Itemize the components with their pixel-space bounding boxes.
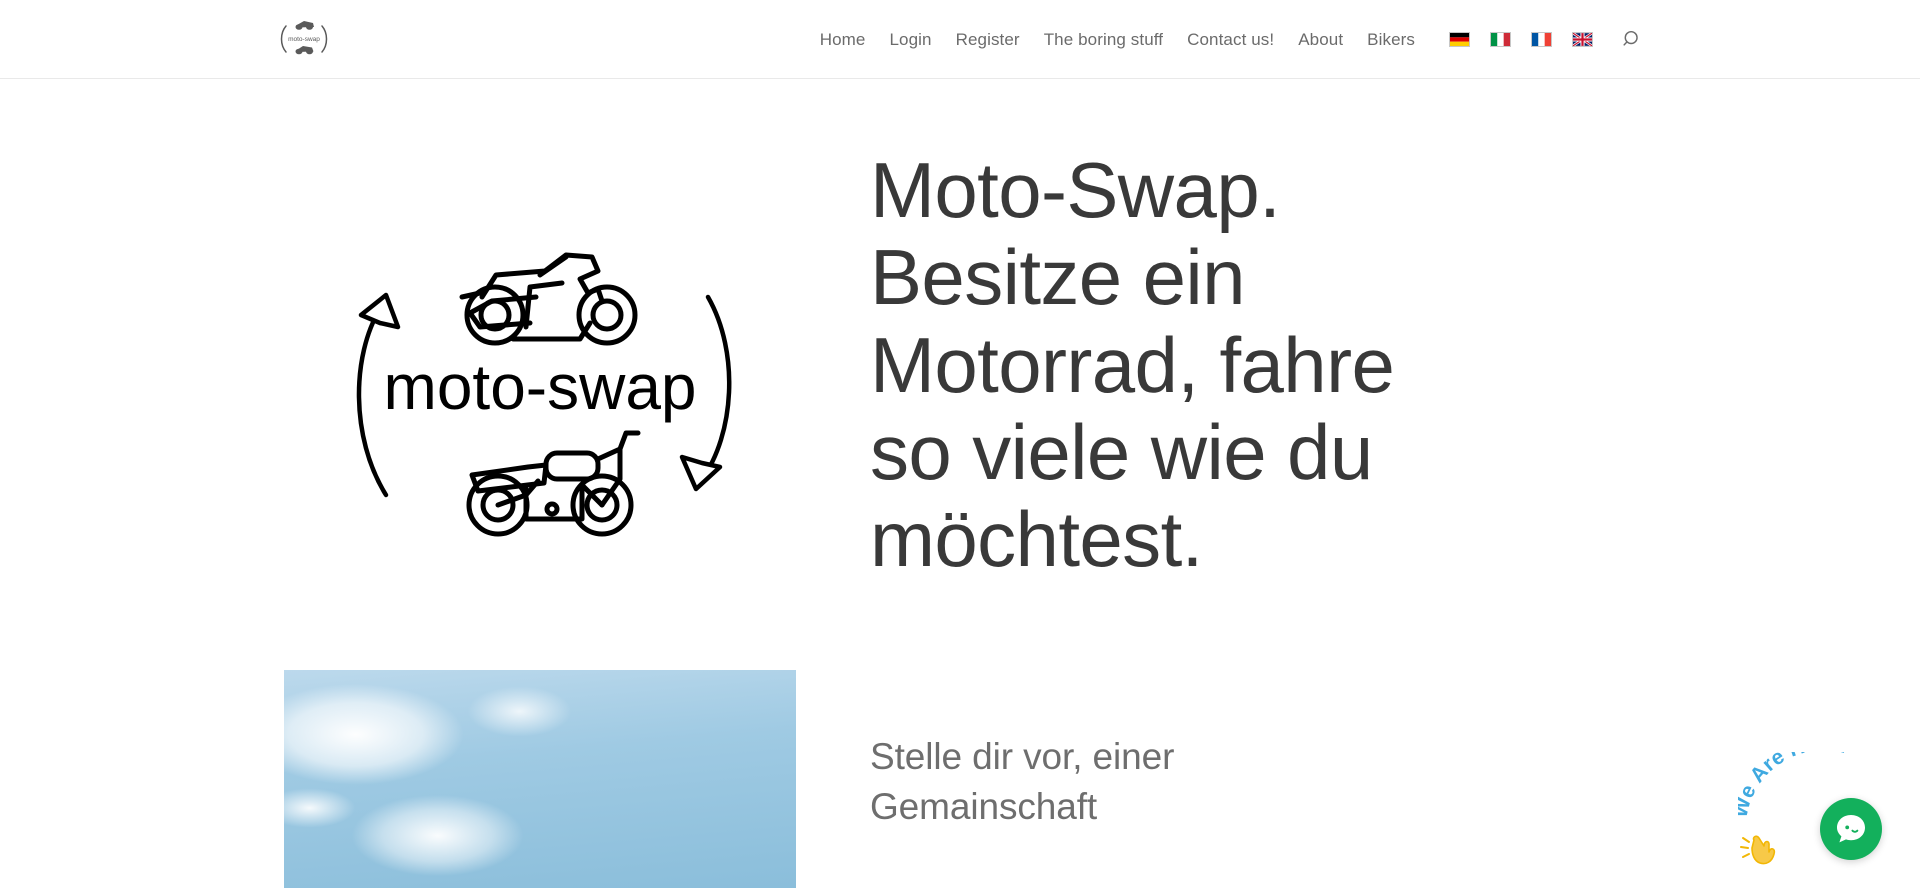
- hero-section: moto-swap Moto-Swap. Besitze ein Motorra…: [270, 79, 1650, 584]
- nav-bikers[interactable]: Bikers: [1355, 31, 1427, 48]
- chat-open-button[interactable]: [1820, 798, 1882, 860]
- classic-motorcycle-icon: [466, 430, 641, 537]
- hero-text-column: Moto-Swap. Besitze ein Motorrad, fahre s…: [870, 139, 1410, 584]
- site-header: moto-swap Home Login Register The boring…: [0, 0, 1920, 79]
- german-flag-icon: [1449, 31, 1470, 47]
- main-content: moto-swap Moto-Swap. Besitze ein Motorra…: [0, 79, 1920, 888]
- lower-heading: Stelle dir vor, einer Gemainschaft: [870, 735, 1175, 827]
- primary-nav: Home Login Register The boring stuff Con…: [808, 30, 1648, 49]
- search-button[interactable]: [1617, 30, 1648, 49]
- hero-heading: Moto-Swap. Besitze ein Motorrad, fahre s…: [870, 146, 1395, 584]
- language-flag-english[interactable]: [1562, 31, 1603, 47]
- hero-graphic-column: moto-swap: [270, 139, 810, 557]
- lower-text-column: Stelle dir vor, einer Gemainschaft: [870, 670, 1410, 832]
- svg-text:moto-swap: moto-swap: [288, 36, 320, 43]
- brand-logo[interactable]: moto-swap: [278, 17, 330, 61]
- nav-about[interactable]: About: [1286, 31, 1355, 48]
- french-flag-icon: [1531, 31, 1552, 47]
- language-switcher: [1427, 31, 1603, 47]
- moto-swap-logo-icon: moto-swap: [280, 21, 328, 55]
- sky-photo: [284, 669, 796, 888]
- nav-home[interactable]: Home: [808, 31, 878, 48]
- nav-register[interactable]: Register: [944, 31, 1032, 48]
- sport-motorcycle-icon: [459, 252, 638, 346]
- nav-login[interactable]: Login: [877, 31, 943, 48]
- search-icon: [1623, 30, 1638, 46]
- uk-flag-icon: [1572, 31, 1593, 47]
- nav-contact-us[interactable]: Contact us!: [1175, 31, 1286, 48]
- moto-swap-cycle-graphic: moto-swap: [356, 252, 732, 537]
- italian-flag-icon: [1490, 31, 1511, 47]
- language-flag-italian[interactable]: [1480, 31, 1521, 47]
- lower-section: Stelle dir vor, einer Gemainschaft: [270, 669, 1650, 888]
- language-flag-french[interactable]: [1521, 31, 1562, 47]
- header-inner: moto-swap Home Login Register The boring…: [270, 0, 1650, 78]
- language-flag-german[interactable]: [1439, 31, 1480, 47]
- lower-image-column: [270, 669, 810, 888]
- chat-bubble-icon: [1837, 815, 1865, 843]
- logo-wordmark: moto-swap: [384, 351, 697, 423]
- nav-the-boring-stuff[interactable]: The boring stuff: [1032, 31, 1175, 48]
